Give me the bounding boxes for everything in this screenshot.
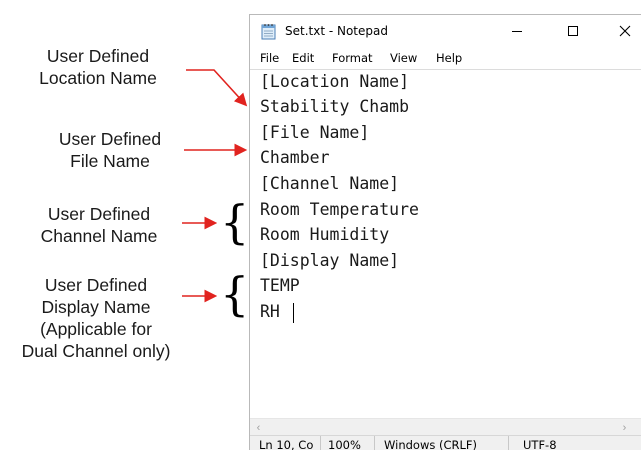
location-arrow — [186, 69, 248, 107]
editor-line: Chamber — [260, 148, 330, 167]
editor-line: RH — [260, 302, 290, 321]
editor-line: Stability Chamb — [260, 97, 410, 116]
editor-line: Room Humidity — [260, 225, 390, 244]
notepad-window: Set.txt - Notepad File Edit Format View … — [249, 14, 641, 450]
status-divider — [374, 436, 375, 450]
scroll-right-icon[interactable]: › — [616, 419, 633, 436]
editor-line: [Display Name] — [260, 251, 400, 270]
menu-view[interactable]: View — [390, 51, 417, 65]
editor-line: [Location Name] — [260, 72, 410, 91]
minimize-icon — [512, 31, 522, 32]
editor-line: [File Name] — [260, 123, 370, 142]
text-editor[interactable]: [Location Name] Stability Chamb [File Na… — [250, 69, 641, 418]
line-ending: Windows (CRLF) — [384, 438, 478, 450]
status-bar: Ln 10, Co 100% Windows (CRLF) UTF-8 — [250, 435, 641, 450]
notepad-icon — [261, 24, 276, 40]
editor-line: [Channel Name] — [260, 174, 400, 193]
text-caret — [293, 303, 294, 323]
menu-file[interactable]: File — [260, 51, 279, 65]
maximize-button[interactable] — [550, 15, 596, 47]
encoding: UTF-8 — [523, 438, 557, 450]
display-brace-icon: { — [220, 267, 250, 321]
scroll-left-icon[interactable]: ‹ — [250, 419, 267, 436]
display-annotation: User Defined Display Name (Applicable fo… — [21, 275, 171, 361]
minimize-button[interactable] — [494, 15, 540, 47]
location-annotation: User Defined Location Name — [39, 46, 157, 88]
status-divider — [508, 436, 509, 450]
editor-line: TEMP — [260, 276, 300, 295]
window-title: Set.txt - Notepad — [285, 24, 388, 38]
channel-brace-icon: { — [220, 195, 250, 249]
menu-edit[interactable]: Edit — [292, 51, 314, 65]
close-button[interactable] — [602, 15, 641, 47]
file-annotation: User Defined File Name — [58, 129, 162, 171]
menu-format[interactable]: Format — [332, 51, 373, 65]
menu-help[interactable]: Help — [436, 51, 462, 65]
editor-line: Room Temperature — [260, 200, 419, 219]
channel-annotation: User Defined Channel Name — [40, 204, 158, 246]
menu-bar: File Edit Format View Help — [250, 47, 641, 69]
title-bar[interactable]: Set.txt - Notepad — [250, 15, 641, 47]
close-icon — [619, 25, 631, 37]
horizontal-scrollbar[interactable]: ‹ › — [250, 418, 641, 436]
zoom-level: 100% — [328, 438, 361, 450]
cursor-position: Ln 10, Co — [259, 438, 314, 450]
maximize-icon — [568, 26, 578, 36]
status-divider — [320, 436, 321, 450]
